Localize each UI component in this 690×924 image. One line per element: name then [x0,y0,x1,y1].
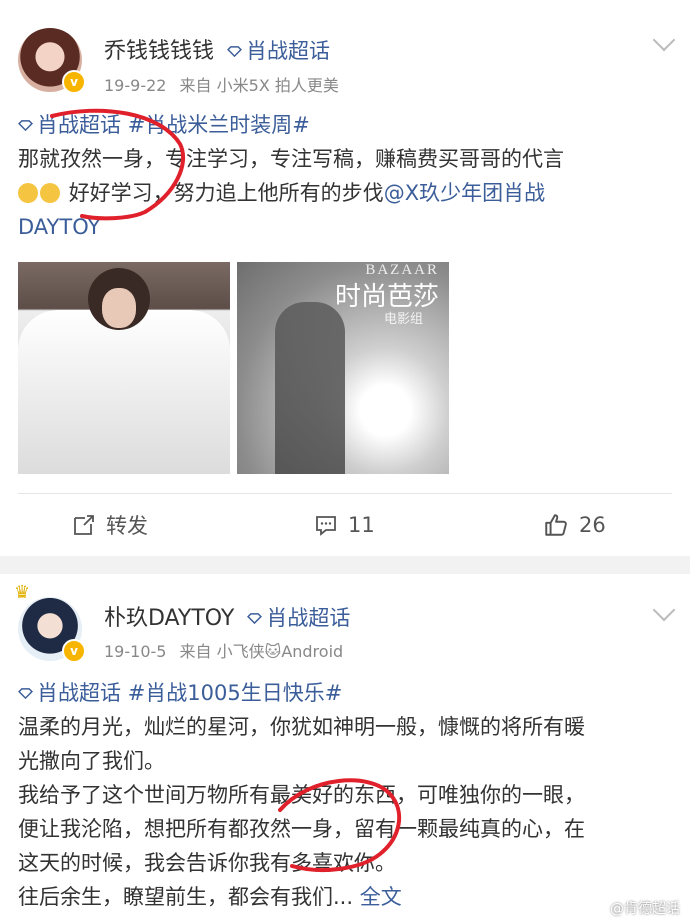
username[interactable]: 乔钱钱钱钱 [104,39,214,64]
post-card-1: v 乔钱钱钱钱 肖战超话 19-9-22 来自 小米5X 拍人更美 肖战超话 #… [0,0,690,556]
post-meta: 19-10-5 来自 小飞侠🐱Android [104,638,351,662]
body-line: 好好学习，努力追上他所有的步伐 [68,181,384,205]
comment-icon [316,516,336,536]
post-source: 来自 小飞侠🐱Android [179,642,344,661]
body-line: 往后余生，瞭望前生，都会有我们... [18,885,354,909]
person-face-shape [102,288,136,328]
super-topic-badge[interactable]: 肖战超话 [227,39,330,63]
body-line: 便让我沦陷，想把所有都孜然一身，留有一颗最纯真的心，在 [18,817,585,841]
topic-link[interactable]: 肖战超话 [18,113,121,137]
post-card-2: ♛ v 朴玖DAYTOY 肖战超话 19-10-5 来自 小飞侠🐱Android… [0,574,690,924]
topic-link-label: 肖战超话 [37,681,121,705]
diamond-icon [247,613,263,624]
diamond-icon [18,120,33,131]
post-image-2[interactable]: BAZAAR 时尚芭莎 电影组 [237,262,449,474]
post-source: 来自 小米5X 拍人更美 [179,76,339,95]
like-button[interactable]: 26 [543,510,606,540]
username[interactable]: 朴玖DAYTOY [104,606,234,631]
hashtag-link[interactable]: #肖战1005生日快乐# [128,681,343,705]
read-more-link[interactable]: 全文 [360,885,402,909]
comment-button[interactable]: 11 [314,510,375,540]
post-date: 19-9-22 [104,76,167,95]
crown-icon: ♛ [14,582,31,603]
post-body: 肖战超话 #肖战米兰时装周# 那就孜然一身，专注学习，专注写稿，赚稿费买哥哥的代… [18,108,676,244]
like-count: 26 [579,513,606,537]
magazine-subtitle: 电影组 [383,312,423,327]
post-date: 19-10-5 [104,642,167,661]
puffer-garment-shape [18,310,230,474]
topic-link-label: 肖战超话 [37,113,121,137]
post-image-1[interactable] [18,262,230,474]
repost-label: 转发 [106,514,148,538]
diamond-icon [227,46,242,57]
repost-button[interactable]: 转发 [72,510,148,540]
comment-count: 11 [348,513,375,537]
watermark: @肯德超话 [610,901,680,917]
verified-badge-icon: v [62,639,86,663]
chevron-down-icon[interactable] [652,598,676,622]
mention-link[interactable]: @X玖少年团肖战 [384,181,545,205]
body-line: 光撒向了我们。 [18,749,165,773]
post-meta: 19-9-22 来自 小米5X 拍人更美 [104,72,347,96]
super-topic-label: 肖战超话 [246,39,331,63]
super-topic-badge[interactable]: 肖战超话 [247,606,350,630]
body-line: 我给予了这个世间万物所有最美好的东西，可唯独你的一眼， [18,783,585,807]
post-body: 肖战超话 #肖战1005生日快乐# 温柔的月光，灿烂的星河，你犹如神明一般，慷慨… [18,676,676,914]
username-line: 乔钱钱钱钱 肖战超话 [104,33,330,65]
divider [18,493,672,494]
body-line: 那就孜然一身，专注学习，专注写稿，赚稿费买哥哥的代言 [18,147,564,171]
mention-link[interactable]: DAYTOY [18,210,676,244]
smile-emoji-icon [40,183,60,203]
body-line: 这天的时候，我会告诉你我有多喜欢你。 [18,851,396,875]
smile-emoji-icon [18,183,38,203]
person-silhouette [275,302,345,474]
username-line: 朴玖DAYTOY 肖战超话 [104,600,350,632]
hashtag-link[interactable]: #肖战米兰时装周# [128,113,310,137]
repost-icon [74,515,94,535]
diamond-icon [18,688,33,699]
body-line: 温柔的月光，灿烂的星河，你犹如神明一般，慷慨的将所有暖 [18,715,585,739]
thumbs-up-icon [545,514,567,536]
topic-link[interactable]: 肖战超话 [18,681,121,705]
super-topic-label: 肖战超话 [266,606,351,630]
verified-badge-icon: v [62,70,86,94]
chevron-down-icon[interactable] [652,28,676,52]
